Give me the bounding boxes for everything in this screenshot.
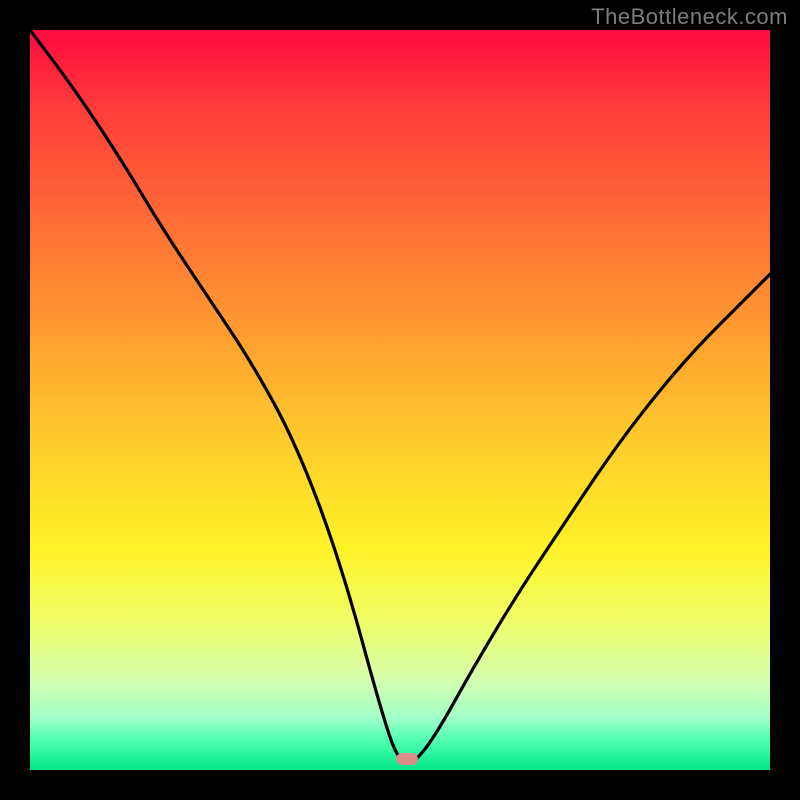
plot-area: [30, 30, 770, 770]
curve-path: [30, 30, 770, 763]
chart-frame: TheBottleneck.com: [0, 0, 800, 800]
minimum-marker: [396, 753, 418, 765]
watermark-text: TheBottleneck.com: [591, 4, 788, 30]
bottleneck-curve: [30, 30, 770, 770]
